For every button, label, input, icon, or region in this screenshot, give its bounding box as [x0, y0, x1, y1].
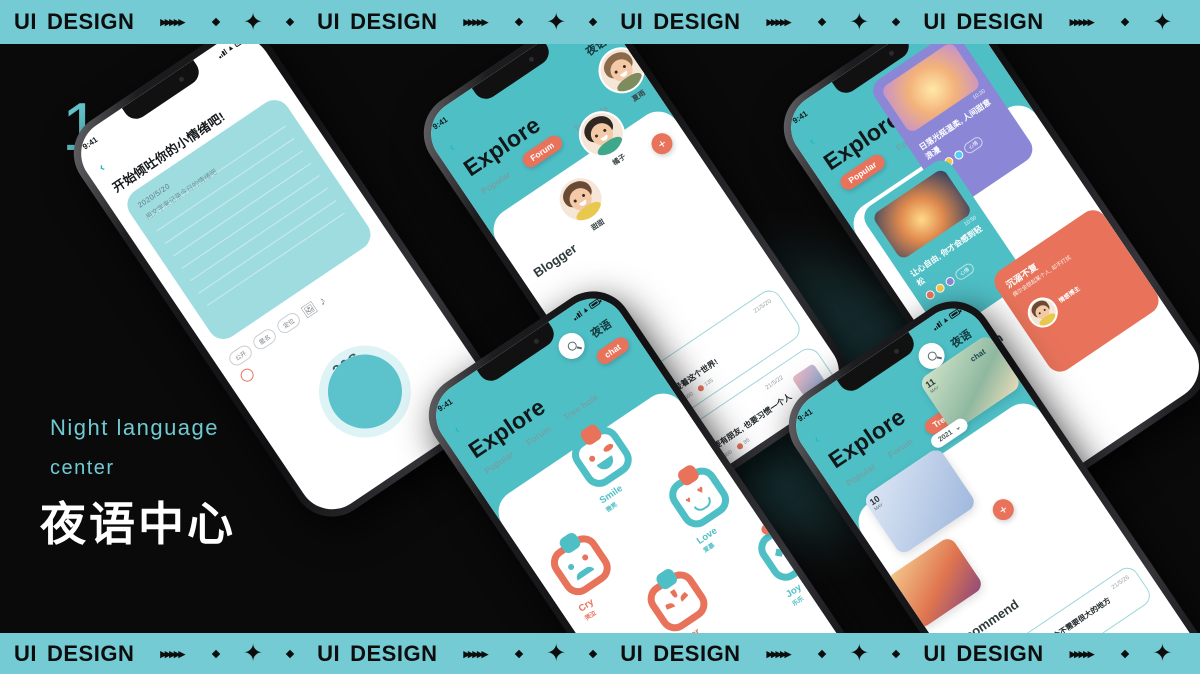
banner-star-icon: ✦ — [849, 640, 870, 667]
banner-arrows-icon: ▸▸▸▸▸ — [766, 14, 792, 29]
banner-dot-icon — [211, 649, 221, 658]
emotion-love[interactable]: ♥ ♥ Love 爱慕 — [663, 461, 749, 554]
banner-arrows-icon: ▸▸▸▸▸ — [463, 14, 488, 29]
search-icon — [565, 339, 578, 353]
banner-arrows-icon: ▸▸▸▸▸ — [160, 645, 185, 661]
banner-dot-icon — [817, 17, 827, 27]
banner-ui-text: UI — [923, 640, 947, 666]
banner-dot-icon — [514, 649, 524, 658]
banner-design-text: DESIGN — [653, 640, 741, 666]
marquee-strip-top: UI DESIGN ▸▸▸▸▸ ✦ UI DESIGN ▸▸▸▸▸ ✦ UI D… — [0, 8, 1196, 37]
banner-star-icon: ✦ — [1152, 8, 1173, 36]
banner-design-text: DESIGN — [47, 640, 135, 666]
banner-design-text: DESIGN — [47, 9, 135, 34]
banner-dot-icon — [892, 17, 901, 27]
chevron-down-icon: ⌄ — [953, 423, 963, 433]
banner-star-icon: ✦ — [243, 8, 264, 36]
banner-design-text: DESIGN — [653, 9, 741, 34]
status-time: 9:41 — [795, 406, 815, 424]
banner-design-text: DESIGN — [956, 9, 1044, 34]
banner-arrows-icon: ▸▸▸▸▸ — [766, 645, 792, 661]
banner-ui-text: UI — [620, 640, 644, 666]
banner-star-icon: ✦ — [849, 8, 870, 36]
record-text-card[interactable]: 2020/5/20 用文字来记录今日的情绪吧 — [121, 93, 377, 346]
status-time: 9:41 — [430, 114, 450, 132]
card-tag[interactable]: 心情 — [962, 135, 985, 156]
banner-ui-text: UI — [14, 9, 37, 34]
banner-ui-text: UI — [14, 640, 37, 666]
banner-arrows-icon: ▸▸▸▸▸ — [1069, 14, 1095, 29]
music-note-icon[interactable]: ♪ — [316, 293, 329, 308]
banner-design-text: DESIGN — [350, 9, 438, 34]
banner-dot-icon — [211, 17, 221, 27]
blogger-item[interactable]: 甜甜 — [548, 167, 620, 242]
banner-dot-icon — [1121, 17, 1130, 27]
banner-ui-text: UI — [620, 9, 644, 34]
banner-star-icon: ✦ — [243, 640, 264, 667]
banner-dot-icon — [1121, 649, 1130, 658]
add-post-button[interactable]: + — [988, 495, 1018, 525]
banner-dot-icon — [817, 649, 827, 658]
record-button[interactable] — [313, 340, 417, 443]
poster-subtitle-line1: Night language — [50, 415, 220, 440]
banner-arrows-icon: ▸▸▸▸▸ — [160, 14, 185, 29]
battery-icon — [948, 308, 961, 320]
tool-public-pill[interactable]: 公开 — [226, 342, 255, 369]
section-blogger: Blogger — [530, 240, 580, 281]
banner-arrows-icon: ▸▸▸▸▸ — [1069, 645, 1095, 661]
marquee-strip-bottom: UI DESIGN ▸▸▸▸▸ ✦ UI DESIGN ▸▸▸▸▸ ✦ UI D… — [0, 639, 1196, 668]
search-icon — [925, 349, 938, 363]
poster-copy-block: Night language center 夜语中心 — [40, 415, 236, 554]
back-button[interactable]: ‹ — [96, 160, 108, 175]
bottom-marquee-banner: UI DESIGN ▸▸▸▸▸ ✦ UI DESIGN ▸▸▸▸▸ ✦ UI D… — [0, 633, 1200, 674]
poster-title-cn: 夜语中心 — [40, 498, 236, 550]
banner-dot-icon — [285, 17, 295, 27]
emotion-cry[interactable]: Cry 哭泣 — [544, 529, 631, 622]
card-tag[interactable]: 心情 — [953, 261, 977, 283]
signal-icon — [572, 310, 583, 321]
concern-user: 情感博主 — [1058, 286, 1082, 305]
banner-arrows-icon: ▸▸▸▸▸ — [463, 645, 488, 661]
banner-star-icon: ✦ — [546, 8, 567, 36]
banner-ui-text: UI — [923, 9, 947, 34]
banner-design-text: DESIGN — [956, 640, 1044, 666]
banner-ui-text: UI — [317, 9, 341, 34]
signal-icon — [932, 320, 943, 331]
banner-design-text: DESIGN — [350, 640, 438, 666]
banner-dot-icon — [514, 17, 524, 27]
banner-dot-icon — [588, 649, 598, 658]
poster-subtitle-line2: center — [50, 457, 115, 479]
banner-dot-icon — [892, 649, 901, 658]
top-marquee-banner: UI DESIGN ▸▸▸▸▸ ✦ UI DESIGN ▸▸▸▸▸ ✦ UI D… — [0, 0, 1200, 44]
status-time: 9:41 — [790, 108, 810, 126]
concern-card[interactable]: 沉溺不复 偶尔会想起某个人, 却不打扰 情感博主 — [989, 204, 1164, 378]
add-blogger-button[interactable]: + — [647, 129, 677, 159]
signal-icon — [217, 48, 228, 59]
post-likes[interactable]: 85 — [735, 437, 751, 451]
repeat-icon[interactable] — [238, 366, 257, 385]
banner-dot-icon — [285, 649, 295, 658]
banner-star-icon: ✦ — [1152, 640, 1173, 667]
tool-location-pill[interactable]: 定位 — [274, 310, 303, 336]
banner-star-icon: ✦ — [546, 640, 567, 667]
banner-ui-text: UI — [317, 640, 341, 666]
status-time: 9:41 — [435, 396, 455, 414]
battery-icon — [588, 298, 601, 310]
phone-notch — [121, 59, 204, 124]
status-time: 9:41 — [80, 134, 100, 152]
banner-dot-icon — [588, 17, 598, 27]
image-icon[interactable]: 🖼 — [299, 299, 319, 319]
tool-anonymous-pill[interactable]: 匿名 — [250, 326, 279, 353]
poster-stage: UI DESIGN ▸▸▸▸▸ ✦ UI DESIGN ▸▸▸▸▸ ✦ UI D… — [0, 0, 1200, 674]
